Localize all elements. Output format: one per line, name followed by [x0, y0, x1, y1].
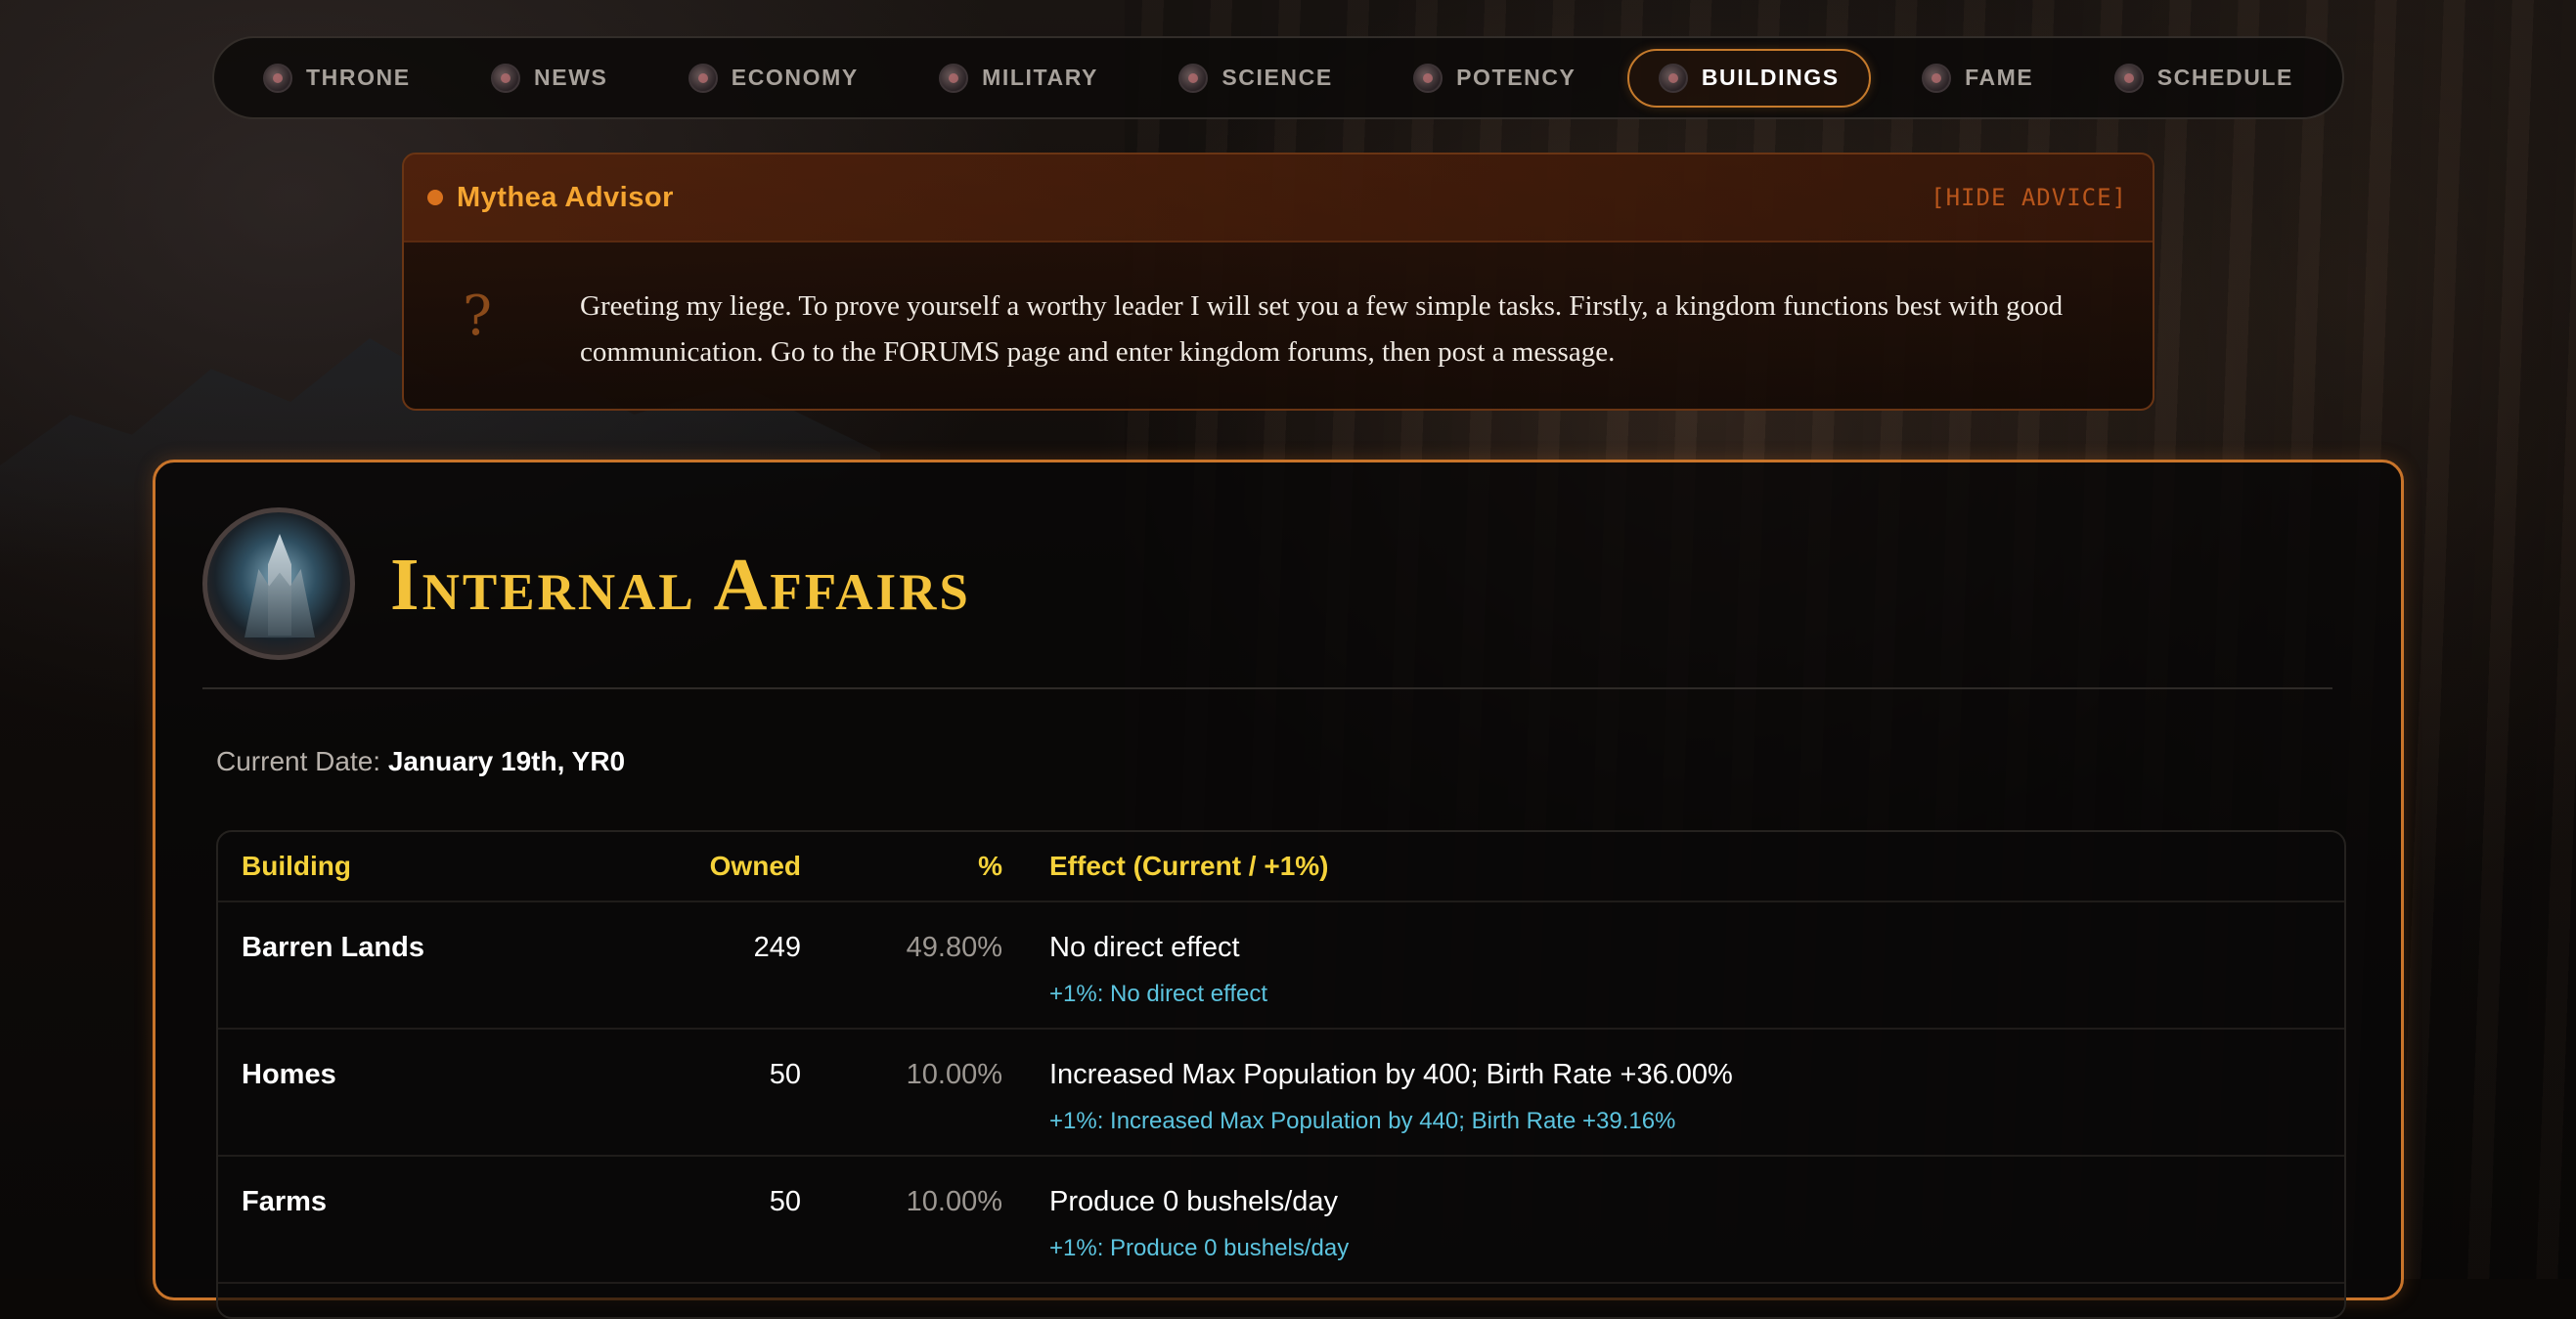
- nav-item-economy[interactable]: ECONOMY: [659, 49, 888, 108]
- nav-item-schedule[interactable]: SCHEDULE: [2085, 49, 2323, 108]
- nav-label: BUILDINGS: [1702, 65, 1840, 91]
- advisor-title: Mythea Advisor: [427, 182, 674, 214]
- nav-item-fame[interactable]: FAME: [1892, 49, 2063, 108]
- effect-plus-one: +1%: Produce 0 bushels/day: [1049, 1235, 2321, 1262]
- building-owned: 249: [629, 932, 824, 1028]
- tower-emblem-icon: [202, 507, 355, 660]
- nav-item-science[interactable]: SCIENCE: [1149, 49, 1361, 108]
- nav-item-military[interactable]: MILITARY: [910, 49, 1128, 108]
- advisor-body: ? Greeting my liege. To prove yourself a…: [404, 242, 2153, 375]
- panel-header: Internal Affairs: [202, 507, 2332, 689]
- table-row: Homes 50 10.00% Increased Max Population…: [218, 1030, 2344, 1157]
- advisor-header: Mythea Advisor [HIDE ADVICE]: [404, 154, 2153, 242]
- internal-affairs-panel: Internal Affairs Current Date: January 1…: [153, 460, 2404, 1300]
- date-value: January 19th, YR0: [388, 746, 625, 776]
- building-percent: 49.80%: [824, 932, 1026, 1028]
- effect-plus-one: +1%: No direct effect: [1049, 981, 2321, 1008]
- header-effect: Effect (Current / +1%): [1026, 851, 2344, 882]
- nav-label: SCHEDULE: [2157, 65, 2293, 91]
- effect-current: Increased Max Population by 400; Birth R…: [1049, 1059, 2321, 1091]
- building-effect: Increased Max Population by 400; Birth R…: [1026, 1059, 2344, 1155]
- science-icon: [1178, 64, 1208, 93]
- advisor-message: Greeting my liege. To prove yourself a w…: [580, 284, 2066, 375]
- schedule-icon: [2114, 64, 2144, 93]
- nav-item-buildings[interactable]: BUILDINGS: [1627, 49, 1871, 108]
- question-mark-icon: ?: [463, 284, 580, 375]
- building-name: Farms: [218, 1186, 629, 1282]
- nav-label: MILITARY: [982, 65, 1098, 91]
- table-row: Farms 50 10.00% Produce 0 bushels/day +1…: [218, 1157, 2344, 1284]
- advisor-box: Mythea Advisor [HIDE ADVICE] ? Greeting …: [402, 153, 2154, 411]
- effect-plus-one: +1%: Increased Max Population by 440; Bi…: [1049, 1108, 2321, 1135]
- building-name: Homes: [218, 1059, 629, 1155]
- nav-label: FAME: [1965, 65, 2033, 91]
- status-dot-icon: [427, 190, 443, 205]
- header-building: Building: [218, 851, 629, 882]
- header-owned: Owned: [629, 851, 824, 882]
- nav-label: THRONE: [306, 65, 411, 91]
- buildings-icon: [1659, 64, 1688, 93]
- building-percent: 10.00%: [824, 1059, 1026, 1155]
- potency-icon: [1413, 64, 1443, 93]
- building-owned: 50: [629, 1186, 824, 1282]
- effect-current: Produce 0 bushels/day: [1049, 1186, 2321, 1218]
- building-owned: 50: [629, 1059, 824, 1155]
- building-name: Barren Lands: [218, 932, 629, 1028]
- throne-icon: [263, 64, 292, 93]
- current-date: Current Date: January 19th, YR0: [216, 746, 625, 777]
- page-title: Internal Affairs: [390, 543, 971, 628]
- military-icon: [939, 64, 968, 93]
- building-effect: Produce 0 bushels/day +1%: Produce 0 bus…: [1026, 1186, 2344, 1282]
- main-nav: THRONE NEWS ECONOMY MILITARY SCIENCE POT…: [212, 36, 2344, 119]
- nav-label: ECONOMY: [732, 65, 859, 91]
- nav-item-throne[interactable]: THRONE: [234, 49, 440, 108]
- fame-icon: [1922, 64, 1951, 93]
- nav-item-news[interactable]: NEWS: [462, 49, 637, 108]
- building-percent: 10.00%: [824, 1186, 1026, 1282]
- nav-label: POTENCY: [1456, 65, 1576, 91]
- economy-icon: [688, 64, 718, 93]
- nav-label: NEWS: [534, 65, 607, 91]
- nav-item-potency[interactable]: POTENCY: [1384, 49, 1605, 108]
- nav-label: SCIENCE: [1221, 65, 1332, 91]
- header-percent: %: [824, 851, 1026, 882]
- table-header-row: Building Owned % Effect (Current / +1%): [218, 832, 2344, 902]
- news-icon: [491, 64, 520, 93]
- date-label: Current Date:: [216, 746, 380, 776]
- buildings-table: Building Owned % Effect (Current / +1%) …: [216, 830, 2346, 1319]
- building-effect: No direct effect +1%: No direct effect: [1026, 932, 2344, 1028]
- effect-current: No direct effect: [1049, 932, 2321, 964]
- hide-advice-button[interactable]: [HIDE ADVICE]: [1931, 184, 2127, 211]
- table-row: Barren Lands 249 49.80% No direct effect…: [218, 902, 2344, 1030]
- advisor-name: Mythea Advisor: [457, 182, 674, 214]
